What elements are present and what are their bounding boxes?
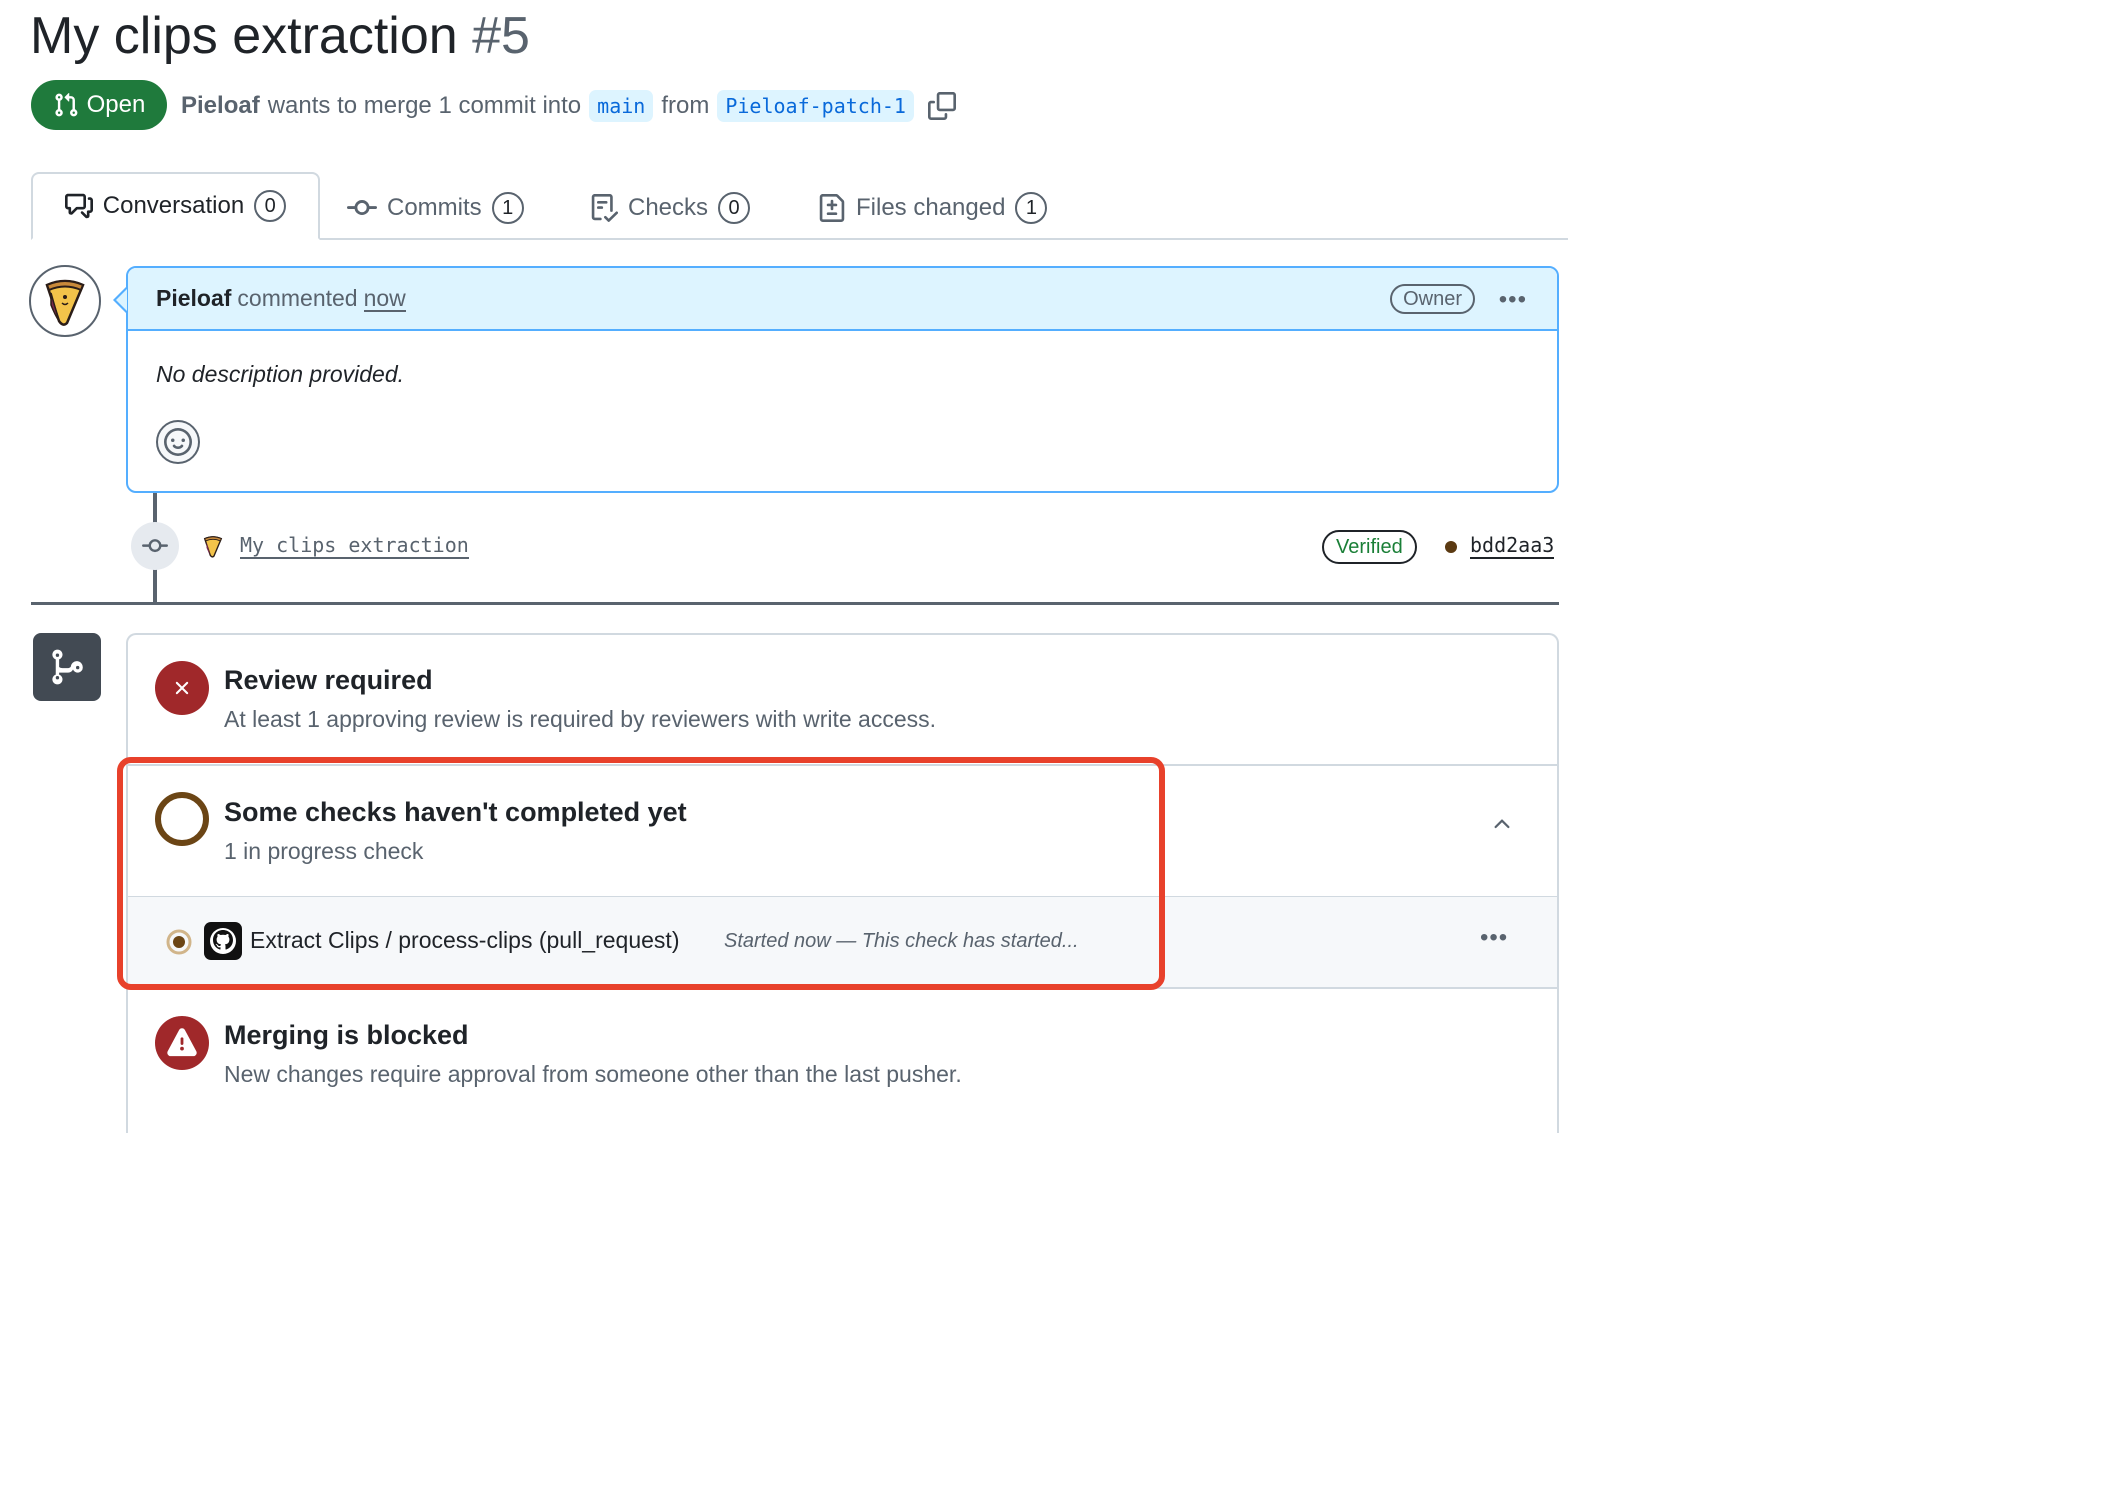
add-reaction-button[interactable]	[156, 420, 200, 464]
section-divider	[128, 764, 1557, 766]
merging-blocked-subtitle: New changes require approval from someon…	[224, 1061, 962, 1087]
tab-conversation-label: Conversation	[102, 192, 245, 219]
base-branch[interactable]: main	[589, 90, 654, 122]
merge-text: wants to merge 1 commit into	[267, 92, 582, 119]
commit-author-avatar[interactable]	[202, 534, 224, 558]
tab-files-changed-label: Files changed	[856, 194, 1006, 221]
in-progress-icon	[166, 929, 192, 955]
tab-files-changed-count: 1	[1015, 192, 1048, 224]
file-diff-icon	[818, 194, 846, 222]
check-run-options-icon[interactable]: •••	[1480, 924, 1508, 952]
comment-author[interactable]: Pieloaf	[156, 285, 231, 312]
comment-header: Pieloaf commented now Owner •••	[128, 268, 1557, 331]
avatar[interactable]	[29, 265, 101, 337]
verified-badge[interactable]: Verified	[1322, 530, 1417, 564]
review-required-title: Review required	[224, 665, 433, 695]
commit-status-dot[interactable]	[1445, 541, 1457, 553]
commit-message-link[interactable]: My clips extraction	[240, 533, 469, 559]
comment-action: commented	[237, 285, 358, 311]
pending-circle-icon	[155, 792, 209, 846]
git-commit-icon	[142, 533, 168, 559]
pr-title-text: My clips extraction	[30, 7, 458, 65]
check-run-status: Started now — This check has started...	[724, 930, 1079, 952]
pr-description-comment: Pieloaf commented now Owner ••• No descr…	[126, 266, 1559, 493]
checks-title: Some checks haven't completed yet	[224, 797, 687, 827]
from-text: from	[661, 92, 710, 119]
copy-icon[interactable]	[927, 92, 956, 120]
comment-timestamp[interactable]: now	[363, 286, 406, 312]
alert-icon	[155, 1016, 209, 1070]
commit-sha-link[interactable]: bdd2aa3	[1470, 533, 1555, 559]
timeline-break	[31, 602, 1559, 605]
check-run-name[interactable]: Extract Clips / process-clips (pull_requ…	[250, 927, 679, 954]
commit-node	[131, 522, 179, 570]
head-branch[interactable]: Pieloaf-patch-1	[717, 90, 914, 122]
section-divider	[128, 987, 1557, 989]
tab-conversation[interactable]: Conversation 0	[31, 172, 320, 240]
comment-options-icon[interactable]: •••	[1499, 286, 1527, 314]
tab-commits-count: 1	[491, 192, 524, 224]
pie-slice-icon	[45, 279, 85, 326]
x-circle-icon	[155, 661, 209, 715]
tab-commits[interactable]: Commits 1	[347, 178, 524, 238]
pr-number: #5	[472, 7, 530, 65]
tab-commits-label: Commits	[387, 194, 482, 221]
pr-state-label: Open	[86, 91, 146, 118]
git-commit-icon	[347, 193, 377, 223]
tab-checks-count: 0	[718, 192, 751, 224]
checks-subtitle: 1 in progress check	[224, 838, 424, 864]
tab-conversation-count: 0	[254, 190, 287, 222]
comment-arrow-fill	[116, 289, 127, 311]
chevron-up-icon[interactable]	[1490, 812, 1514, 836]
checklist-icon	[590, 194, 618, 222]
review-required-subtitle: At least 1 approving review is required …	[224, 706, 937, 732]
tab-checks[interactable]: Checks 0	[590, 178, 751, 238]
comment-discussion-icon	[64, 192, 93, 220]
pr-author-link[interactable]: Pieloaf	[181, 92, 260, 120]
merging-blocked-title: Merging is blocked	[224, 1020, 469, 1050]
smiley-icon	[164, 428, 192, 456]
comment-body: No description provided.	[156, 361, 405, 387]
tab-checks-label: Checks	[628, 194, 709, 221]
git-pull-request-icon	[53, 92, 79, 118]
pr-state-badge: Open	[31, 80, 167, 130]
git-merge-icon	[33, 633, 101, 701]
pr-merge-info: Pieloaf wants to merge 1 commit into mai…	[181, 84, 956, 128]
tab-files-changed[interactable]: Files changed 1	[818, 178, 1048, 238]
owner-badge: Owner	[1390, 284, 1475, 314]
pr-title: My clips extraction #5	[30, 6, 530, 66]
github-logo-icon	[204, 922, 242, 960]
